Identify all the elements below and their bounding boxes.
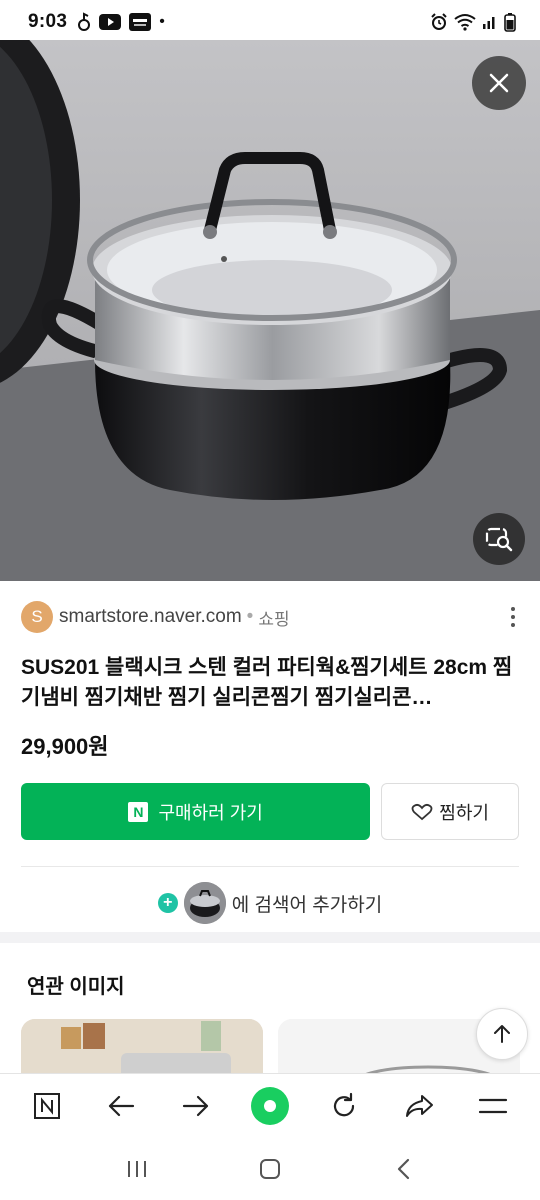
steamer-pot-illustration bbox=[0, 40, 540, 581]
image-search-icon bbox=[485, 527, 513, 552]
menu-icon bbox=[478, 1098, 507, 1114]
wishlist-button[interactable]: 찜하기 bbox=[381, 783, 519, 840]
alarm-icon bbox=[431, 13, 447, 30]
status-left-icons: • bbox=[77, 12, 165, 32]
share-button[interactable] bbox=[395, 1082, 443, 1130]
menu-button[interactable] bbox=[469, 1082, 517, 1130]
status-extra-dot: • bbox=[159, 13, 165, 30]
naver-logo-icon: N bbox=[128, 801, 149, 822]
related-image-card[interactable] bbox=[21, 1019, 263, 1079]
source-domain[interactable]: smartstore.naver.com bbox=[59, 606, 242, 628]
product-info: S smartstore.naver.com • 쇼핑 SUS201 블랙시크 … bbox=[0, 581, 540, 939]
status-time: 9:03 bbox=[28, 11, 68, 32]
buy-button-label: 구매하러 가기 bbox=[158, 802, 263, 823]
home-icon bbox=[259, 1159, 280, 1179]
refresh-icon bbox=[334, 1092, 355, 1117]
recent-apps-icon bbox=[127, 1161, 146, 1177]
youtube-icon bbox=[99, 14, 122, 30]
forward-icon bbox=[182, 1095, 208, 1117]
more-options-icon[interactable] bbox=[507, 605, 519, 629]
share-icon bbox=[405, 1095, 433, 1117]
scroll-to-top-button[interactable] bbox=[476, 1008, 528, 1060]
product-title[interactable]: SUS201 블랙시크 스텐 컬러 파티웍&찜기세트 28cm 찜기냄비 찜기채… bbox=[21, 653, 519, 713]
close-button[interactable] bbox=[472, 56, 526, 110]
product-image[interactable] bbox=[0, 40, 540, 581]
naver-home-button[interactable] bbox=[23, 1082, 71, 1130]
back-icon bbox=[398, 1158, 410, 1180]
kia-connect-icon bbox=[129, 13, 152, 31]
source-type: 쇼핑 bbox=[258, 609, 290, 629]
source-row[interactable]: S smartstore.naver.com • 쇼핑 bbox=[21, 581, 519, 653]
back-icon bbox=[109, 1095, 135, 1117]
notification-icon bbox=[78, 12, 91, 31]
signal-icon bbox=[483, 17, 495, 29]
product-price: 29,900원 bbox=[21, 734, 109, 759]
arrow-up-icon bbox=[494, 1025, 510, 1043]
related-images-title: 연관 이미지 bbox=[27, 976, 125, 998]
add-to-search-button[interactable]: + 에 검색어 추가하기 bbox=[21, 867, 519, 939]
browser-toolbar bbox=[0, 1073, 540, 1138]
buy-button[interactable]: N 구매하러 가기 bbox=[21, 783, 371, 840]
home-button[interactable] bbox=[246, 1145, 294, 1193]
product-thumbnail bbox=[183, 882, 226, 924]
heart-tag-icon bbox=[411, 803, 433, 820]
system-navigation-bar bbox=[0, 1138, 540, 1200]
wifi-icon bbox=[454, 14, 476, 31]
system-back-button[interactable] bbox=[379, 1145, 427, 1193]
action-buttons: N 구매하러 가기 찜하기 bbox=[21, 783, 519, 840]
back-button[interactable] bbox=[97, 1082, 145, 1130]
refresh-button[interactable] bbox=[320, 1082, 368, 1130]
source-separator: • bbox=[246, 606, 254, 627]
source-avatar: S bbox=[21, 601, 53, 633]
plus-icon: + bbox=[157, 893, 178, 913]
section-gap bbox=[0, 932, 540, 943]
wishlist-button-label: 찜하기 bbox=[439, 802, 489, 823]
close-icon bbox=[489, 73, 509, 93]
green-dot-icon bbox=[250, 1087, 289, 1125]
status-bar: 9:03 • bbox=[0, 0, 540, 44]
image-search-button[interactable] bbox=[473, 513, 525, 565]
recent-apps-button[interactable] bbox=[113, 1145, 161, 1193]
naver-home-icon bbox=[34, 1093, 61, 1119]
forward-button[interactable] bbox=[172, 1082, 220, 1130]
add-to-search-label: 에 검색어 추가하기 bbox=[231, 894, 383, 916]
status-right-icons bbox=[430, 12, 516, 32]
green-dot-button[interactable] bbox=[246, 1082, 294, 1130]
battery-icon bbox=[504, 13, 516, 32]
